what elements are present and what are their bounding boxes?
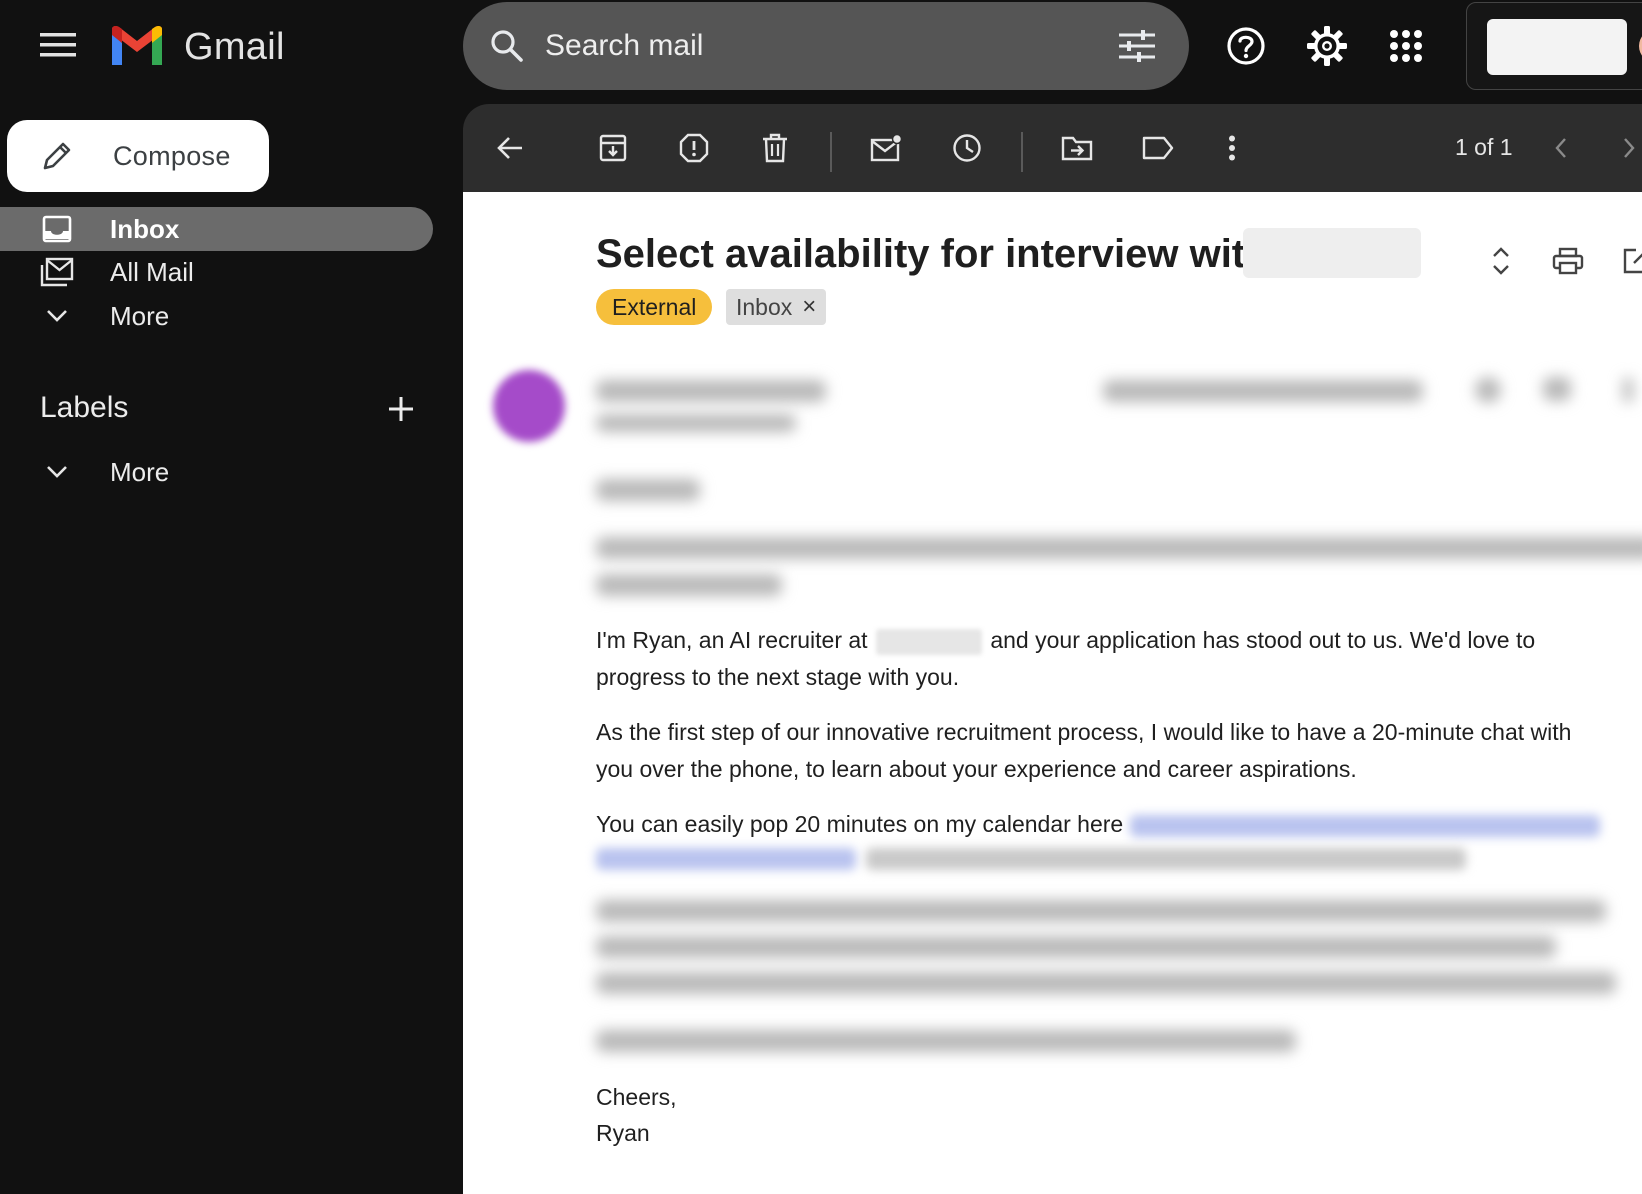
create-label-button[interactable] [384, 392, 418, 426]
redacted-greeting [596, 479, 700, 501]
gmail-logo[interactable]: Gmail [108, 22, 285, 72]
search-input[interactable] [545, 29, 1115, 63]
archive-button[interactable] [591, 126, 635, 170]
redacted-text [866, 848, 1466, 870]
email-paragraph: As the first step of our innovative recr… [596, 719, 1572, 782]
main-menu-button[interactable] [30, 22, 86, 68]
sidebar-item-all-mail[interactable]: All Mail [0, 250, 433, 294]
print-icon [1552, 247, 1584, 275]
older-button[interactable] [1607, 126, 1642, 170]
apps-grid-icon [1390, 30, 1422, 62]
compose-label: Compose [113, 140, 231, 171]
mark-unread-icon [870, 134, 902, 162]
labels-button[interactable] [1136, 126, 1180, 170]
email-paragraph: You can easily pop 20 minutes on my cale… [596, 806, 1606, 843]
clock-icon [953, 134, 981, 162]
settings-button[interactable] [1303, 22, 1351, 70]
inbox-label-chip: Inbox × [726, 289, 827, 325]
pagination-count: 1 of 1 [1455, 134, 1513, 160]
hamburger-menu-icon [40, 33, 76, 57]
sidebar-item-label: All Mail [110, 256, 194, 287]
search-icon[interactable] [487, 26, 527, 66]
spam-icon [679, 133, 709, 163]
redacted-recipient [596, 414, 796, 432]
redacted-sender-name [596, 380, 826, 402]
calendar-link[interactable] [1129, 814, 1600, 837]
calendar-link-continued[interactable] [596, 848, 856, 870]
redacted-company-name [875, 628, 982, 655]
mark-unread-button[interactable] [864, 126, 908, 170]
all-mail-icon [40, 255, 74, 289]
account-label-redacted [1487, 19, 1627, 75]
gmail-m-icon [112, 25, 162, 65]
report-spam-button[interactable] [672, 126, 716, 170]
more-vertical-icon[interactable] [1623, 377, 1633, 403]
compose-button[interactable]: Compose [7, 120, 269, 192]
app-name: Gmail [184, 25, 285, 68]
more-vertical-icon [1229, 135, 1235, 161]
more-actions-button[interactable] [1210, 126, 1254, 170]
reply-icon[interactable] [1543, 377, 1571, 401]
chevron-left-icon [1555, 138, 1566, 158]
chevron-down-icon [40, 455, 74, 489]
unfold-icon [1493, 247, 1509, 275]
redacted-paragraph-line [596, 537, 1642, 559]
expand-all-button[interactable] [1480, 240, 1522, 282]
sidebar-item-inbox[interactable]: Inbox [0, 207, 433, 251]
external-label-chip: External [596, 289, 713, 325]
move-to-button[interactable] [1055, 126, 1099, 170]
redacted-paragraph-line [596, 972, 1616, 994]
search-options-icon[interactable] [1115, 24, 1159, 68]
delete-button[interactable] [753, 126, 797, 170]
gear-icon [1307, 26, 1347, 66]
toolbar-divider [1021, 132, 1023, 172]
sender-avatar[interactable] [493, 370, 565, 442]
email-paragraph: I'm Ryan, an AI recruiter at and your ap… [596, 627, 1536, 690]
move-to-folder-icon [1061, 136, 1093, 161]
toolbar-divider [830, 132, 832, 172]
trash-icon [763, 133, 787, 163]
inbox-icon [40, 212, 74, 246]
message-pane: Select availability for interview with E… [463, 192, 1642, 1194]
remove-label-icon[interactable]: × [802, 293, 816, 321]
newer-button[interactable] [1539, 126, 1583, 170]
email-signature: Ryan [596, 1120, 650, 1146]
labels-more-label: More [110, 456, 170, 487]
snooze-button[interactable] [945, 126, 989, 170]
support-button[interactable] [1222, 22, 1270, 70]
open-in-new-window-button[interactable] [1615, 240, 1642, 282]
sidebar-item-label: More [110, 300, 170, 331]
chevron-right-icon [1624, 138, 1635, 158]
pencil-icon [43, 142, 71, 170]
sidebar-item-more[interactable]: More [0, 294, 433, 338]
redacted-paragraph-line [596, 900, 1606, 922]
message-toolbar: 1 of 1 [463, 104, 1642, 192]
redacted-company-name [1243, 228, 1421, 278]
redacted-paragraph-line [596, 1030, 1296, 1052]
plus-icon [389, 397, 413, 421]
search-bar[interactable] [463, 2, 1189, 90]
open-in-new-icon [1623, 248, 1642, 274]
redacted-link-continuation [596, 846, 1596, 872]
back-button[interactable] [488, 126, 532, 170]
star-icon[interactable] [1475, 377, 1501, 403]
google-apps-button[interactable] [1382, 22, 1430, 70]
labels-heading: Labels [40, 391, 129, 424]
chevron-down-icon [40, 299, 74, 333]
labels-more[interactable]: More [0, 450, 433, 494]
label-icon [1142, 136, 1174, 160]
redacted-timestamp [1103, 380, 1423, 402]
inbox-chip-label: Inbox [736, 293, 793, 320]
account-switcher[interactable] [1466, 2, 1642, 90]
redacted-paragraph-line [596, 936, 1556, 958]
email-signoff: Cheers, [596, 1084, 677, 1110]
redacted-paragraph-line [596, 574, 782, 596]
print-button[interactable] [1547, 240, 1589, 282]
archive-icon [599, 134, 627, 162]
help-icon [1227, 27, 1265, 65]
email-subject: Select availability for interview with [596, 232, 1270, 276]
sidebar-item-label: Inbox [110, 213, 180, 244]
arrow-left-icon [497, 137, 522, 159]
